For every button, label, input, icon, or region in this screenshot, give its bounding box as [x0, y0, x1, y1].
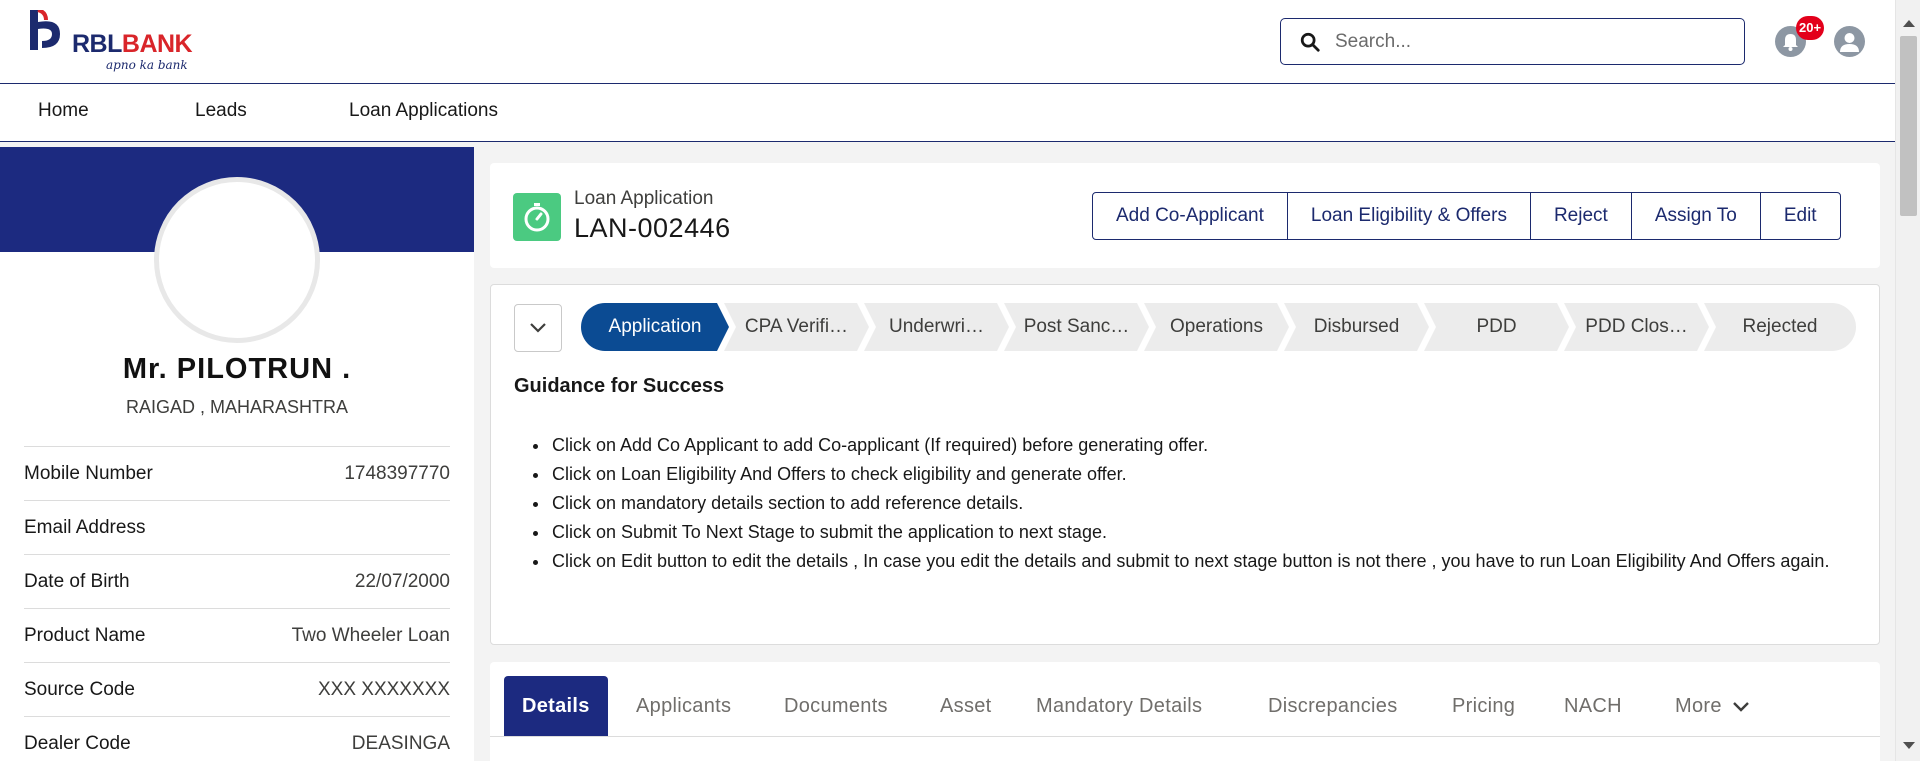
field-label: Mobile Number: [24, 463, 153, 484]
tab-asset[interactable]: Asset: [940, 676, 992, 736]
rbl-bank-logo[interactable]: RBLBANK apno ka bank: [30, 8, 200, 74]
guidance-item: Click on Loan Eligibility And Offers to …: [550, 460, 1840, 489]
tab-mandatory-details[interactable]: Mandatory Details: [1036, 676, 1202, 736]
logo-wordmark: RBLBANK: [72, 30, 193, 59]
loan-application-header: Loan Application LAN-002446 Add Co-Appli…: [490, 163, 1880, 268]
page-scrollbar[interactable]: [1895, 0, 1920, 761]
user-avatar-icon: [1840, 33, 1859, 52]
logo-text-bank: BANK: [121, 30, 193, 58]
guidance-item: Click on Add Co Applicant to add Co-appl…: [550, 431, 1840, 460]
reject-button[interactable]: Reject: [1529, 192, 1632, 240]
info-row-mobile-number: Mobile Number 1748397770: [24, 446, 450, 500]
applicant-location: RAIGAD , MAHARASHTRA: [125, 397, 349, 417]
scroll-up-arrow-icon[interactable]: [1903, 20, 1915, 27]
tab-documents[interactable]: Documents: [784, 676, 888, 736]
record-tabs: Details Applicants Documents Asset Manda…: [490, 662, 1880, 761]
search-icon: [1300, 32, 1320, 52]
field-label: Source Code: [24, 679, 135, 700]
path-step-post-sanction[interactable]: Post Sanc…: [1004, 303, 1149, 351]
path-step-rejected[interactable]: Rejected: [1704, 303, 1856, 351]
path-step-pdd[interactable]: PDD: [1424, 303, 1569, 351]
info-row-date-of-birth: Date of Birth 22/07/2000: [24, 554, 450, 608]
loan-eligibility-offers-button[interactable]: Loan Eligibility & Offers: [1286, 192, 1531, 240]
nav-item-home[interactable]: Home: [38, 100, 89, 122]
rbl-logo-mark-icon: [30, 10, 60, 50]
global-header: RBLBANK apno ka bank 20+: [0, 0, 1895, 84]
nav-item-loan-applications[interactable]: Loan Applications: [349, 100, 498, 122]
stage-path: Application CPA Verifi… Underwri… Post S…: [581, 303, 1856, 351]
field-value: Two Wheeler Loan: [291, 625, 450, 646]
path-step-disbursed[interactable]: Disbursed: [1284, 303, 1429, 351]
user-profile-button[interactable]: [1834, 26, 1865, 57]
field-label: Email Address: [24, 517, 146, 538]
path-step-pdd-closure[interactable]: PDD Clos…: [1564, 303, 1709, 351]
notification-count-badge: 20+: [1796, 16, 1825, 40]
field-label: Dealer Code: [24, 733, 131, 754]
applicant-profile-card: Mr. PILOTRUN . RAIGAD , MAHARASHTRA Mobi…: [0, 147, 474, 761]
field-value: 22/07/2000: [354, 571, 450, 592]
guidance-title: Guidance for Success: [514, 375, 725, 397]
chevron-down-icon: [1732, 701, 1749, 712]
applicant-avatar: [154, 177, 320, 343]
guidance-item: Click on Edit button to edit the details…: [550, 547, 1840, 576]
info-row-product-name: Product Name Two Wheeler Loan: [24, 608, 450, 662]
tab-discrepancies[interactable]: Discrepancies: [1268, 676, 1398, 736]
info-row-dealer-code: Dealer Code DEASINGA: [24, 716, 450, 761]
tab-details[interactable]: Details: [504, 676, 608, 736]
scroll-thumb[interactable]: [1900, 36, 1917, 216]
guidance-list: Click on Add Co Applicant to add Co-appl…: [550, 431, 1840, 576]
tab-more-label: More: [1675, 695, 1722, 717]
field-label: Product Name: [24, 625, 146, 646]
logo-tagline: apno ka bank: [106, 58, 188, 72]
field-value: DEASINGA: [351, 733, 450, 754]
chevron-down-icon: [530, 323, 546, 333]
assign-to-button[interactable]: Assign To: [1630, 192, 1761, 240]
logo-text-rbl: RBL: [72, 30, 122, 58]
loan-application-id: LAN-002446: [574, 213, 731, 243]
path-toggle-button[interactable]: [514, 304, 562, 352]
path-step-cpa-verification[interactable]: CPA Verifi…: [724, 303, 869, 351]
global-search[interactable]: [1280, 18, 1745, 65]
info-row-source-code: Source Code XXX XXXXXXX: [24, 662, 450, 716]
edit-button[interactable]: Edit: [1759, 192, 1841, 240]
record-type-label: Loan Application: [574, 188, 714, 209]
action-button-group: Add Co-Applicant Loan Eligibility & Offe…: [1092, 192, 1841, 240]
loan-record-icon: [513, 193, 561, 241]
applicant-name: Mr. PILOTRUN .: [122, 353, 352, 385]
field-value: 1748397770: [344, 463, 450, 484]
tab-applicants[interactable]: Applicants: [636, 676, 731, 736]
path-step-operations[interactable]: Operations: [1144, 303, 1289, 351]
field-value: XXX XXXXXXX: [317, 679, 450, 700]
info-row-email-address: Email Address: [24, 500, 450, 554]
nav-item-leads[interactable]: Leads: [195, 100, 247, 122]
tab-more[interactable]: More: [1675, 676, 1750, 736]
path-step-underwriting[interactable]: Underwri…: [864, 303, 1009, 351]
guidance-item: Click on Submit To Next Stage to submit …: [550, 518, 1840, 547]
tabs-divider: [490, 736, 1880, 737]
path-step-application[interactable]: Application: [581, 303, 729, 351]
app-navigation: Home Leads Loan Applications: [0, 84, 1895, 142]
guidance-item: Click on mandatory details section to ad…: [550, 489, 1840, 518]
add-co-applicant-button[interactable]: Add Co-Applicant: [1092, 192, 1288, 240]
stage-path-card: Application CPA Verifi… Underwri… Post S…: [490, 284, 1880, 645]
scroll-down-arrow-icon[interactable]: [1903, 742, 1915, 749]
tab-nach[interactable]: NACH: [1564, 676, 1622, 736]
field-label: Date of Birth: [24, 571, 130, 592]
search-input[interactable]: [1335, 27, 1725, 57]
stopwatch-icon: [524, 203, 550, 232]
tab-pricing[interactable]: Pricing: [1452, 676, 1515, 736]
